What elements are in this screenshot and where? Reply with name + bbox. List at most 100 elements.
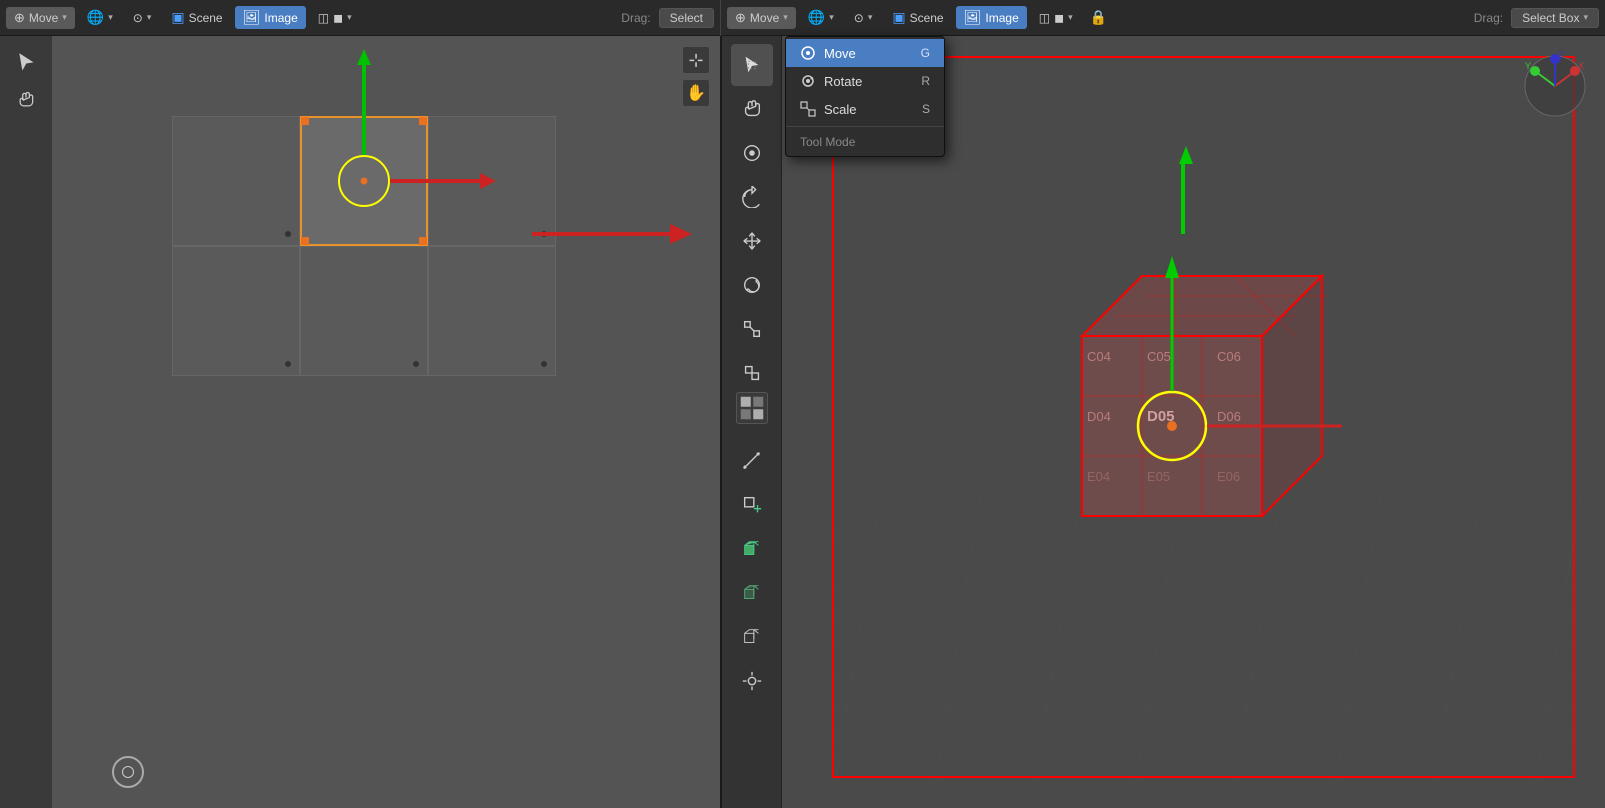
dropdown-item-rotate[interactable]: Rotate R [786, 67, 944, 95]
center-dot-2d [361, 178, 368, 185]
header-right: ⊕ Move ▾ 🌐 ▾ ⊙ ▾ ▣ Scene 🖼 Image ◫ ◼ ▾ 🔒 [721, 4, 1605, 32]
green-cube-tool-mid[interactable] [731, 528, 773, 570]
move-tool-btn-left[interactable]: ⊕ Move ▾ [6, 7, 75, 29]
viewport-2d[interactable]: ⊹ ✋ [52, 36, 720, 808]
select-box-chevron-right: ▾ [1583, 12, 1588, 23]
globe-btn-left[interactable]: 🌐 ▾ [79, 6, 121, 29]
dropdown-item-scale[interactable]: Scale S [786, 95, 944, 123]
filter-chevron-right: ▾ [868, 12, 873, 23]
filter-btn-right[interactable]: ⊙ ▾ [846, 8, 881, 28]
globe-icon-right: 🌐 [808, 9, 825, 26]
lock-icon-right: 🔒 [1090, 9, 1107, 26]
transform-widget-mid[interactable] [731, 132, 773, 174]
rotate-view-icon [741, 186, 763, 208]
drag-label-right: Drag: [1474, 11, 1503, 25]
dark-cube-icon-mid [741, 582, 763, 604]
green-arrow-shaft-2d [362, 65, 366, 155]
move-tool-btn-right[interactable]: ⊕ Move ▾ [727, 7, 796, 29]
scale-tool-mid[interactable] [731, 308, 773, 350]
svg-text:C06: C06 [1217, 349, 1241, 364]
handle-bl [301, 237, 309, 245]
scene-label-right: Scene [910, 11, 944, 25]
tool-mode-text: Tool Mode [800, 135, 855, 149]
svg-text:E05: E05 [1147, 469, 1170, 484]
dropdown-move-text: Move [824, 46, 856, 61]
svg-text:E04: E04 [1087, 469, 1110, 484]
scale-menu-icon [800, 101, 816, 117]
globe-btn-right[interactable]: 🌐 ▾ [800, 6, 842, 29]
hand-nav-btn[interactable]: ✋ [682, 79, 710, 107]
extra-tool-mid[interactable] [731, 660, 773, 702]
shading2-icon-right: ◼ [1054, 11, 1064, 25]
hand-icon-mid [741, 98, 763, 120]
dark-cube-tool-mid[interactable] [731, 572, 773, 614]
svg-text:X: X [1578, 61, 1584, 71]
image-btn-left[interactable]: 🖼 Image [235, 6, 306, 29]
shading-icon-left: ◫ [318, 11, 329, 25]
dropdown-scale-text: Scale [824, 102, 857, 117]
dropdown-item-move[interactable]: Move G [786, 39, 944, 67]
rotate-view-mid[interactable] [731, 176, 773, 218]
green-arrow-3d [1177, 146, 1193, 234]
move-icon-left: ⊕ [14, 10, 25, 26]
scene-btn-right[interactable]: ▣ Scene [884, 6, 951, 29]
header-bar: ⊕ Move ▾ 🌐 ▾ ⊙ ▾ ▣ Scene 🖼 Image ◫ ◼ ▾ D… [0, 0, 1605, 36]
cursor-tool-mid[interactable] [731, 44, 773, 86]
transform3d-tool-mid[interactable] [731, 352, 773, 394]
viewport-shading-btn-right[interactable]: ◫ ◼ ▾ [1031, 8, 1081, 28]
lock-btn-right[interactable]: 🔒 [1085, 4, 1113, 32]
shading-chevron-left: ▾ [347, 12, 352, 23]
grid-cell-0-1[interactable] [300, 116, 428, 246]
cell-dot [413, 361, 419, 367]
handle-tr [419, 117, 427, 125]
hand-tool-btn[interactable] [8, 82, 44, 118]
dropdown-menu: Move G Rotate R [785, 36, 945, 157]
hand-tool-mid[interactable] [731, 88, 773, 130]
filter-btn-left[interactable]: ⊙ ▾ [125, 8, 160, 28]
scale-icon-svg [800, 101, 816, 117]
svg-text:C04: C04 [1087, 349, 1111, 364]
red-arrowhead-long-2d [670, 224, 692, 244]
filter-icon-left: ⊙ [133, 11, 143, 25]
viewport-shading-btn-left[interactable]: ◫ ◼ ▾ [310, 8, 360, 28]
center-divider [720, 36, 722, 808]
toolbar-left [0, 36, 52, 808]
nav-gizmo[interactable]: X Y Z [1520, 51, 1590, 124]
dropdown-separator [786, 126, 944, 127]
rotate-icon-svg [800, 73, 816, 89]
rotate-tool-mid[interactable] [731, 264, 773, 306]
grid-cell-0-0[interactable] [172, 116, 300, 246]
translate-tool-mid[interactable] [731, 220, 773, 262]
select-box-btn-right[interactable]: Select Box ▾ [1511, 8, 1599, 28]
measure-tool-mid[interactable] [731, 440, 773, 482]
scene-icon-left: ▣ [171, 9, 184, 26]
move-chevron-left: ▾ [62, 12, 67, 23]
grid-cell-1-1[interactable] [300, 246, 428, 376]
cube-3d-svg: C04 C05 C06 D04 D05 D06 E04 E05 E06 [1002, 196, 1342, 536]
svg-text:E06: E06 [1217, 469, 1240, 484]
cursor-icon [16, 52, 36, 72]
grid-cell-1-0[interactable] [172, 246, 300, 376]
grid-cell-1-2[interactable] [428, 246, 556, 376]
translate-icon-mid [741, 230, 763, 252]
handle-br [419, 237, 427, 245]
overlay-toggle-btn[interactable] [736, 392, 768, 424]
dropdown-rotate-text: Rotate [824, 74, 862, 89]
add-cube-tool-mid[interactable] [731, 484, 773, 526]
orientation-inner [122, 766, 134, 778]
grid-row-1 [172, 246, 556, 376]
move-label-right: Move [750, 11, 779, 25]
extra-icon-mid [741, 670, 763, 692]
select-btn-left[interactable]: Select [659, 8, 714, 28]
scene-btn-left[interactable]: ▣ Scene [163, 6, 230, 29]
transform3d-icon-mid [741, 362, 763, 384]
scale-icon-mid [741, 318, 763, 340]
image-btn-right[interactable]: 🖼 Image [956, 6, 1027, 29]
image-label-right: Image [985, 11, 1018, 25]
cell-dot [285, 361, 291, 367]
red-arrow-long-2d [532, 232, 672, 236]
dropdown-move-shortcut: G [921, 46, 930, 60]
cursor-tool-btn[interactable] [8, 44, 44, 80]
zoom-to-fit-btn[interactable]: ⊹ [682, 46, 710, 74]
cube-wire-tool-mid[interactable] [731, 616, 773, 658]
